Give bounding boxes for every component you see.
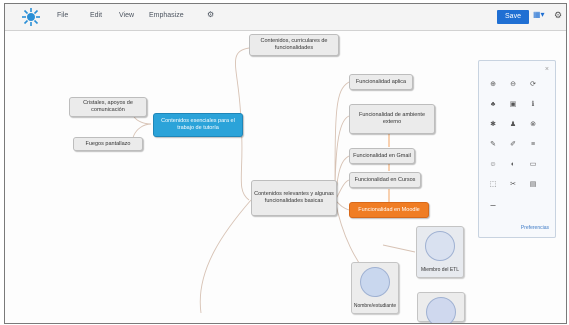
image-node-member[interactable]: Miembro del ETL	[416, 226, 464, 278]
person-icon[interactable]: ♟	[506, 119, 520, 131]
menu-file[interactable]: File	[57, 12, 68, 19]
menu-emphasize[interactable]: Emphasize	[149, 12, 184, 19]
scissors-icon[interactable]: ✂	[506, 179, 520, 191]
rect-icon[interactable]: ▭	[526, 159, 540, 171]
refresh-icon[interactable]: ⟳	[526, 79, 540, 91]
image-node-extra[interactable]	[417, 292, 465, 323]
node-right-5[interactable]: Funcionalidad en Moodle	[349, 202, 429, 218]
zoom-in-icon[interactable]: ⊕	[486, 79, 500, 91]
image-node-label: Nombre/estudiante	[353, 303, 397, 309]
line-icon[interactable]: ⚊	[486, 199, 500, 211]
node-right-1[interactable]: Funcionalidad aplica	[349, 74, 413, 90]
list-icon[interactable]: ≡	[526, 139, 540, 151]
extra-image-icon	[426, 297, 456, 323]
image-icon[interactable]: ▤	[526, 179, 540, 191]
tree-icon[interactable]: ♣	[486, 99, 500, 111]
save-button[interactable]: Save	[497, 10, 529, 24]
node-top[interactable]: Contenidos, curriculares de funcionalida…	[249, 34, 339, 56]
menubar: File Edit View Emphasize ⚙ Save ▦▾ ⚙	[5, 4, 566, 31]
gear-icon[interactable]: ⚙	[207, 10, 214, 19]
view-mode-icon[interactable]: ▦▾	[533, 10, 551, 24]
image-node-student[interactable]: Nombre/estudiante	[351, 262, 399, 314]
node-left-2[interactable]: Fuegos pantallazo	[73, 137, 143, 151]
zoom-out-icon[interactable]: ⊖	[506, 79, 520, 91]
tools-panel: × ⊕ ⊖ ⟳ ♣ ▣ ℹ ✱ ♟ ⊗ ✎ ✐ ≡ ☺ ◐ ▭ ⬚ ✂ ▤ ⚊ …	[478, 60, 556, 238]
node-central[interactable]: Contenidos esenciales para el trabajo de…	[153, 113, 243, 137]
member-image-icon	[425, 231, 455, 261]
menu-edit[interactable]: Edit	[90, 12, 102, 19]
menu-view[interactable]: View	[119, 12, 134, 19]
box-icon[interactable]: ⬚	[486, 179, 500, 191]
pen-icon[interactable]: ✐	[506, 139, 520, 151]
close-icon[interactable]: ×	[545, 66, 549, 73]
smiley-icon[interactable]: ☺	[486, 159, 500, 171]
settings-icon[interactable]: ⚙	[554, 10, 562, 21]
frame-icon[interactable]: ▣	[506, 99, 520, 111]
app-logo-icon[interactable]	[21, 7, 41, 27]
image-node-label: Miembro del ETL	[420, 267, 460, 273]
pencil-icon[interactable]: ✎	[486, 139, 500, 151]
node-right-2[interactable]: Funcionalidad de ambiente externo	[349, 104, 435, 134]
node-left-1[interactable]: Cristales, apoyos de comunicación	[69, 97, 147, 117]
node-mid[interactable]: Contenidos relevantes y algunas funciona…	[251, 180, 337, 216]
contrast-icon[interactable]: ◐	[506, 159, 520, 171]
info-icon[interactable]: ℹ	[526, 99, 540, 111]
node-right-4[interactable]: Funcionalidad en Cursos	[349, 172, 421, 188]
app-window: File Edit View Emphasize ⚙ Save ▦▾ ⚙ Cri…	[4, 3, 567, 324]
preferences-link[interactable]: Preferencias	[521, 225, 549, 231]
node-right-3[interactable]: Funcionalidad en Gmail	[349, 148, 415, 164]
star-icon[interactable]: ✱	[486, 119, 500, 131]
delete-icon[interactable]: ⊗	[526, 119, 540, 131]
student-image-icon	[360, 267, 390, 297]
